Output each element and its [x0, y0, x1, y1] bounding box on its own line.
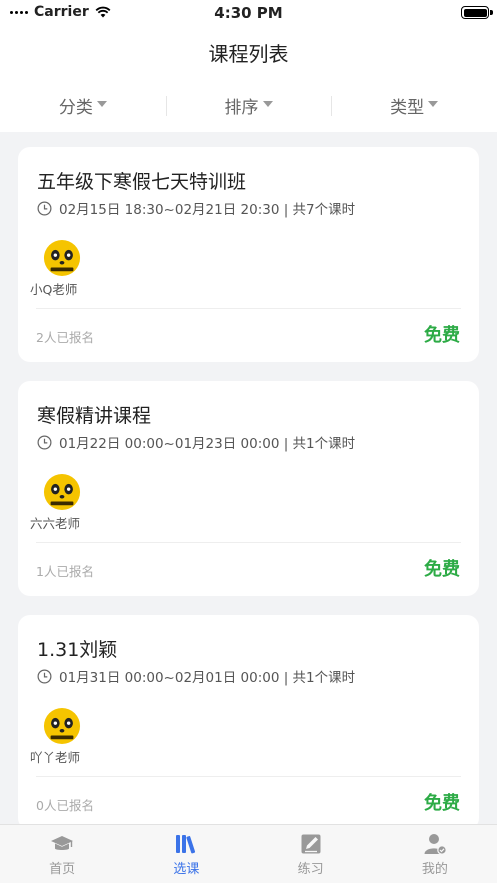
- caret-down-icon: [428, 101, 439, 107]
- filter-sort-label: 排序: [224, 97, 259, 118]
- panda-avatar-icon: [43, 707, 81, 745]
- price-label: 免费: [424, 559, 460, 580]
- teacher-name: 小Q老师: [30, 282, 78, 297]
- course-title: 五年级下寒假七天特训班: [37, 171, 247, 193]
- clock-icon: [37, 201, 52, 215]
- course-time-text: 01月31日 00:00~02月01日 00:00 | 共1个课时: [59, 670, 356, 686]
- course-title: 寒假精讲课程: [37, 405, 152, 427]
- tab-practice-label: 练习: [297, 862, 324, 877]
- tab-mine[interactable]: 我的: [373, 825, 497, 883]
- tab-home-label: 首页: [49, 862, 76, 877]
- enrolled-count: 0人已报名: [36, 798, 94, 813]
- battery-tip: [490, 10, 493, 15]
- course-card[interactable]: 五年级下寒假七天特训班 02月15日 18:30~02月21日 20:30 | …: [18, 147, 479, 362]
- tab-courses-label: 选课: [173, 862, 200, 877]
- caret-down-icon: [96, 101, 107, 107]
- tab-home[interactable]: 首页: [0, 825, 124, 883]
- course-time: 01月22日 00:00~01月23日 00:00 | 共1个课时: [37, 432, 355, 452]
- teacher-name: 吖丫老师: [30, 750, 81, 765]
- course-time: 02月15日 18:30~02月21日 20:30 | 共7个课时: [37, 198, 355, 218]
- teacher[interactable]: 六六老师: [30, 473, 90, 532]
- course-card[interactable]: 1.31刘颖 01月31日 00:00~02月01日 00:00 | 共1个课时…: [18, 615, 479, 830]
- price-label: 免费: [424, 325, 460, 346]
- filter-bar: 分类 排序 类型: [0, 78, 497, 132]
- course-time-text: 01月22日 00:00~01月23日 00:00 | 共1个课时: [59, 436, 356, 452]
- battery-icon: [461, 6, 489, 19]
- filter-type[interactable]: 类型: [331, 78, 497, 132]
- user-icon: [424, 834, 447, 855]
- books-icon: [176, 835, 196, 854]
- price-label: 免费: [424, 793, 460, 814]
- page-title: 课程列表: [208, 42, 289, 66]
- status-bar: Carrier 4:30 PM: [0, 0, 497, 26]
- filter-category[interactable]: 分类: [0, 78, 166, 132]
- edit-icon: [301, 834, 321, 854]
- clock-icon: [37, 669, 52, 683]
- filter-sort[interactable]: 排序: [165, 78, 332, 132]
- tab-bar: 首页 选课 练习 我的: [0, 824, 497, 883]
- panda-avatar-icon: [43, 473, 81, 511]
- panda-avatar-icon: [43, 239, 81, 277]
- nav-bar: 课程列表: [0, 26, 497, 78]
- enrolled-count: 1人已报名: [36, 564, 94, 579]
- divider: [36, 776, 461, 777]
- course-time: 01月31日 00:00~02月01日 00:00 | 共1个课时: [37, 666, 355, 686]
- filter-category-label: 分类: [58, 97, 93, 118]
- caret-down-icon: [262, 101, 273, 107]
- divider: [36, 542, 461, 543]
- tab-practice[interactable]: 练习: [249, 825, 373, 883]
- tab-courses[interactable]: 选课: [124, 825, 248, 883]
- teacher[interactable]: 小Q老师: [30, 239, 90, 298]
- status-time: 4:30 PM: [214, 4, 283, 22]
- course-list: 五年级下寒假七天特训班 02月15日 18:30~02月21日 20:30 | …: [18, 147, 479, 849]
- enrolled-count: 2人已报名: [36, 330, 94, 345]
- graduation-cap-icon: [51, 836, 74, 850]
- course-card[interactable]: 寒假精讲课程 01月22日 00:00~01月23日 00:00 | 共1个课时…: [18, 381, 479, 596]
- clock-icon: [37, 435, 52, 449]
- filter-type-label: 类型: [390, 97, 425, 118]
- teacher-name: 六六老师: [30, 516, 81, 531]
- course-title: 1.31刘颖: [37, 639, 118, 661]
- divider: [36, 308, 461, 309]
- teacher[interactable]: 吖丫老师: [30, 707, 90, 766]
- tab-mine-label: 我的: [421, 862, 448, 877]
- course-time-text: 02月15日 18:30~02月21日 20:30 | 共7个课时: [59, 202, 356, 218]
